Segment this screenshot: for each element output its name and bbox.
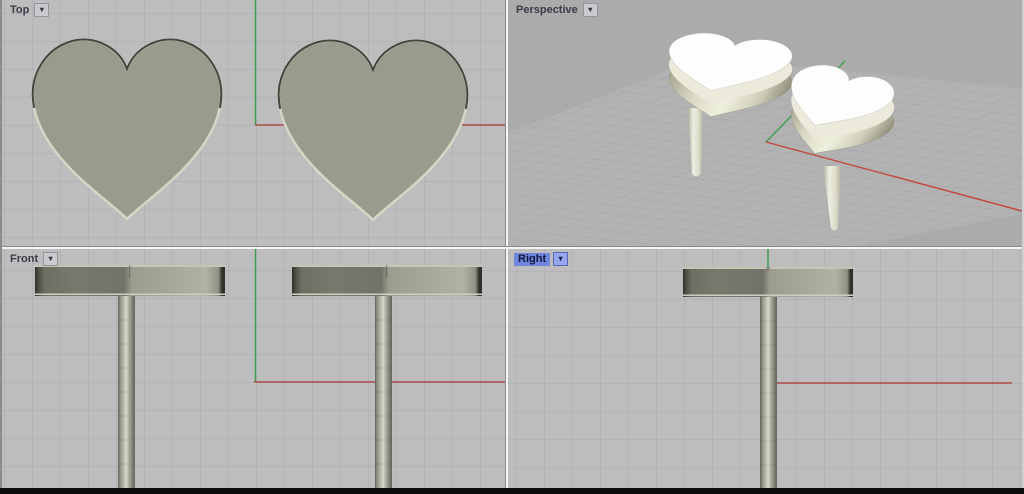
window-bottom-bar <box>0 488 1024 494</box>
viewport-divider-horizontal[interactable] <box>0 246 1024 249</box>
viewport-label-top[interactable]: Top ▾ <box>8 3 49 17</box>
stem-2-front-view[interactable] <box>375 296 392 488</box>
viewport-title[interactable]: Perspective <box>514 4 580 17</box>
viewport-label-front[interactable]: Front ▾ <box>8 252 58 266</box>
viewport-top[interactable]: Top ▾ <box>2 0 505 246</box>
heart-slab-2-front-view[interactable] <box>292 265 482 296</box>
window-edge-left <box>0 0 2 488</box>
heart-slab-right-view[interactable] <box>683 267 853 297</box>
chevron-down-icon[interactable]: ▾ <box>583 3 598 17</box>
viewport-divider-vertical[interactable] <box>505 0 508 488</box>
viewport-title[interactable]: Front <box>8 253 40 266</box>
viewport-right[interactable]: Right ▾ <box>508 249 1022 488</box>
viewport-label-perspective[interactable]: Perspective ▾ <box>514 3 598 17</box>
viewport-front[interactable]: Front ▾ <box>2 249 505 488</box>
stem-right-view[interactable] <box>760 297 777 488</box>
stem-1-front-view[interactable] <box>118 296 135 488</box>
viewport-label-right[interactable]: Right ▾ <box>514 252 568 266</box>
viewport-title[interactable]: Right <box>514 253 550 266</box>
heart-slab-1-front-view[interactable] <box>35 265 225 296</box>
chevron-down-icon[interactable]: ▾ <box>34 3 49 17</box>
viewport-perspective[interactable]: Perspective ▾ <box>508 0 1022 246</box>
application-canvas: Top ▾ <box>0 0 1024 494</box>
chevron-down-icon[interactable]: ▾ <box>43 252 58 266</box>
chevron-down-icon[interactable]: ▾ <box>553 252 568 266</box>
viewport-title[interactable]: Top <box>8 4 31 17</box>
